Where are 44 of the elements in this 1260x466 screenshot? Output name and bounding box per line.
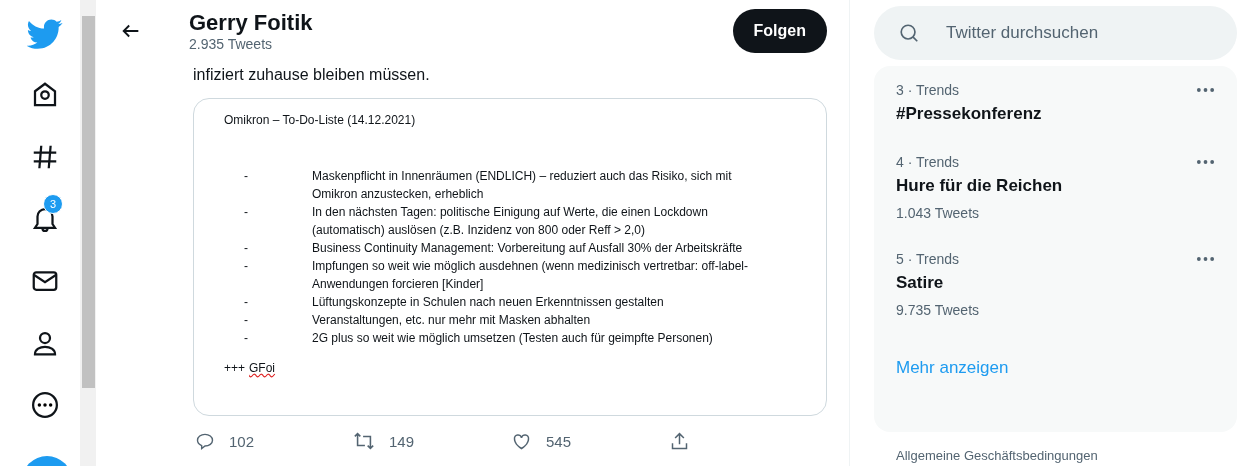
scrollbar[interactable] xyxy=(80,0,96,466)
signature-prefix: +++ xyxy=(224,361,246,375)
list-item-text: 2G plus so weit wie möglich umsetzen (Testen auch für geimpfte Personen) xyxy=(312,330,714,347)
more-options-icon[interactable] xyxy=(1196,159,1215,165)
list-dash: - xyxy=(243,294,249,311)
search-icon xyxy=(898,22,920,44)
action-count: 102 xyxy=(229,432,255,450)
list-item-text: Impfungen so weit wie möglich ausdehnen (wenn medizinisch vertretbar: off-label-Anwendungen forcieren [Kinder] xyxy=(312,258,749,293)
more-options-icon[interactable] xyxy=(1196,256,1215,262)
list-dash: - xyxy=(243,258,249,275)
share-icon[interactable] xyxy=(669,430,690,452)
notification-badge: 3 xyxy=(43,194,63,214)
follow-button[interactable]: Folgen xyxy=(732,9,827,53)
profile-name: Gerry Foitik xyxy=(189,10,314,36)
signature: GFoi xyxy=(249,361,276,375)
more-options-icon[interactable] xyxy=(1196,87,1215,93)
list-dash: - xyxy=(243,330,249,347)
trend-title[interactable]: Hure für die Reichen xyxy=(896,176,1215,196)
list-dash: - xyxy=(243,312,249,329)
list-item-text: Maskenpflicht in Innenräumen (ENDLICH) – reduziert auch das Risiko, sich mit Omikron anzustecken, erheblich xyxy=(312,168,733,203)
list-item-text: Business Continuity Management: Vorbereitung auf Ausfall 30% der Arbeitskräfte xyxy=(312,240,744,257)
search-field[interactable]: Twitter durchsuchen xyxy=(874,6,1237,60)
tweet-text: infiziert zuhause bleiben müssen. xyxy=(193,66,431,84)
document-title: Omikron – To-Do-Liste (14.12.2021) xyxy=(224,113,417,127)
more-icon[interactable] xyxy=(30,390,60,420)
tweet-count: 2.935 Tweets xyxy=(189,36,274,52)
list-item-text: Veranstaltungen, etc. nur mehr mit Masken abhalten xyxy=(312,312,592,329)
list-dash: - xyxy=(243,168,249,185)
action-count: 545 xyxy=(546,432,572,450)
list-item-text: In den nächsten Tagen: politische Einigung auf Werte, die einen Lockdown (automatisch) auslösen (z.B. Inzidenz von 800 oder Reff > 2,0) xyxy=(312,204,709,239)
list-item-text: Lüftungskonzepte in Schulen nach neuen Erkenntnissen gestalten xyxy=(312,294,665,311)
trend-title[interactable]: Satire xyxy=(896,273,1215,293)
action-count: 149 xyxy=(389,432,415,450)
trend-tweet-count: 1.043 Tweets xyxy=(896,205,981,221)
trend-meta: 4 · Trends xyxy=(896,154,960,170)
trend-meta: 5 · Trends xyxy=(896,251,960,267)
trend-tweet-count: 9.735 Tweets xyxy=(896,302,981,318)
retweet-icon[interactable] xyxy=(353,430,375,452)
list-dash: - xyxy=(243,240,249,257)
trend-meta: 3 · Trends xyxy=(896,82,960,98)
trend-title[interactable]: #Pressekonferenz xyxy=(896,104,1215,124)
list-dash: - xyxy=(243,204,249,221)
reply-icon[interactable] xyxy=(195,431,215,451)
footer-link[interactable]: Allgemeine Geschäftsbedingungen xyxy=(896,448,1237,463)
